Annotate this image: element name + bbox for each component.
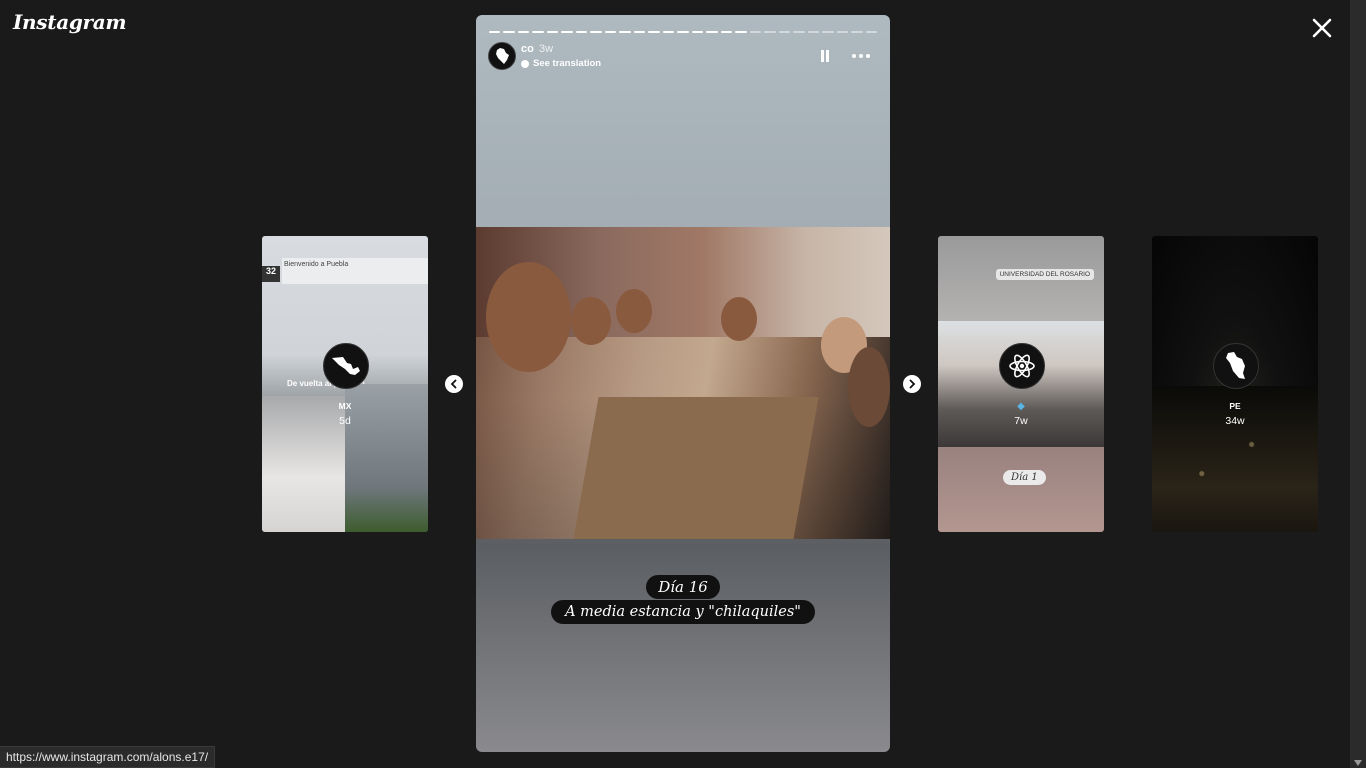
progress-segment: [793, 31, 805, 33]
chevron-right-icon: [909, 379, 916, 389]
scroll-down-icon[interactable]: [1354, 760, 1362, 766]
scrollbar[interactable]: [1350, 0, 1366, 768]
progress-segment: [575, 31, 588, 33]
preview-username: ◆: [938, 401, 1104, 412]
progress-segment: [619, 31, 631, 33]
chevron-left-icon: [450, 379, 457, 389]
atom-icon: [1009, 354, 1035, 378]
dolphin-icon: ◆: [1017, 401, 1025, 412]
progress-segment: [807, 31, 820, 33]
story-viewer: Instagram Bienvenido a Puebla 32 De vuel…: [0, 0, 1350, 768]
progress-segment: [720, 31, 733, 33]
status-bar-url: https://www.instagram.com/alons.e17/: [0, 746, 216, 768]
preview-caption: Día 1: [1003, 470, 1046, 485]
progress-segment: [662, 31, 675, 33]
story-avatar[interactable]: [488, 42, 516, 70]
photo-table: [573, 397, 819, 539]
peru-map-icon: [1226, 352, 1245, 379]
progress-segment: [735, 31, 747, 33]
progress-segment: [822, 31, 834, 33]
caption-day: Día 16: [646, 575, 720, 599]
preview-avatar: [1213, 343, 1259, 389]
progress-segment: [749, 31, 762, 33]
see-translation-link[interactable]: See translation: [521, 58, 601, 69]
preview-time: 34w: [1225, 415, 1245, 427]
preview-username: MX: [338, 401, 352, 411]
preview-username: PE: [1229, 401, 1241, 411]
see-translation-label: See translation: [533, 58, 602, 69]
progress-segment: [590, 31, 602, 33]
colombia-map-icon: [496, 48, 509, 64]
progress-segment: [517, 31, 530, 33]
preview-time: 7w: [1014, 415, 1028, 427]
progress-segment: [677, 31, 689, 33]
progress-segment: [503, 31, 515, 33]
preview-sign-text: Bienvenido a Puebla: [282, 258, 428, 284]
progress-segment: [778, 31, 791, 33]
previous-story-button[interactable]: [445, 375, 463, 393]
progress-segment: [764, 31, 776, 33]
more-options-icon[interactable]: [850, 49, 872, 63]
story-preview-university[interactable]: UNIVERSIDAD DEL ROSARIO ◆ 7w Día 1: [938, 236, 1104, 532]
progress-segment: [633, 31, 646, 33]
progress-segment: [546, 31, 559, 33]
progress-segment: [706, 31, 718, 33]
preview-avatar: [323, 343, 369, 389]
preview-platform-number: 32: [262, 266, 280, 282]
story-header: co 3w See translation: [488, 41, 878, 71]
progress-segment: [561, 31, 573, 33]
progress-segment: [532, 31, 544, 33]
story-time: 3w: [539, 43, 554, 55]
story-preview-pe[interactable]: PE 34w: [1152, 236, 1318, 532]
preview-location-tag: UNIVERSIDAD DEL ROSARIO: [995, 269, 1094, 280]
progress-segment: [836, 31, 849, 33]
caption-text: A media estancia y "chilaquiles": [551, 600, 815, 624]
next-story-button[interactable]: [903, 375, 921, 393]
story-preview-mx[interactable]: Bienvenido a Puebla 32 De vuelta al pant…: [262, 236, 428, 532]
pause-icon[interactable]: [818, 49, 832, 63]
progress-segment: [489, 31, 501, 33]
translate-icon: [521, 59, 529, 68]
active-story[interactable]: co 3w See translation Día 16 A media est…: [476, 15, 890, 752]
story-progress-bar: [489, 31, 878, 33]
instagram-logo[interactable]: Instagram: [13, 10, 127, 34]
progress-segment: [604, 31, 617, 33]
story-username[interactable]: co: [521, 43, 534, 55]
progress-segment: [648, 31, 660, 33]
progress-segment: [691, 31, 704, 33]
story-photo: [476, 227, 890, 539]
preview-time: 5d: [339, 415, 351, 427]
preview-avatar: [999, 343, 1045, 389]
progress-segment: [865, 31, 878, 33]
mexico-map-icon: [332, 357, 360, 375]
close-icon[interactable]: [1309, 15, 1335, 41]
story-caption: Día 16 A media estancia y "chilaquiles": [476, 575, 890, 624]
progress-segment: [851, 31, 863, 33]
